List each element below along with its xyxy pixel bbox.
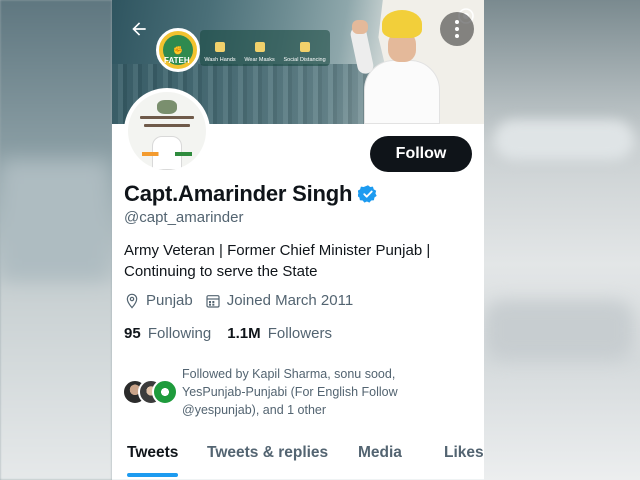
active-tab-indicator [127,473,179,477]
fateh-logo-text: FATEH [164,56,190,65]
arrow-left-icon [132,22,146,36]
covid-item-wash-hands: Wash Hands [204,42,236,63]
back-button[interactable] [124,14,154,44]
mask-icon [254,42,265,52]
bio-line: Continuing to serve the State [124,263,318,280]
tab-likes[interactable]: Likes [444,436,484,480]
followed-by-section[interactable]: Followed by Kapil Sharma, sonu sood, Yes… [122,365,474,419]
profile-meta: Punjab Joined March 2011 [124,292,365,309]
profile-screen: ✊ FATEH Wash Hands Wear Masks Social Dis… [112,0,484,480]
followers-link[interactable]: 1.1M Followers [227,325,332,342]
tab-tweets-and-replies[interactable]: Tweets & replies [207,436,328,480]
wash-hands-icon [214,42,225,52]
covid-item-wear-masks: Wear Masks [244,42,275,63]
followed-by-avatars [122,377,180,407]
joined-text: Joined March 2011 [226,292,354,309]
profile-name-row: Capt.Amarinder Singh [124,181,378,207]
avatar [152,379,178,405]
display-name: Capt.Amarinder Singh [124,181,353,206]
following-link[interactable]: 95 Following [124,325,211,342]
background-left-blur [0,0,112,480]
bio-line: Army Veteran | Former Chief Minister Pun… [124,242,431,259]
fateh-logo: ✊ [156,28,200,72]
following-label: Following [147,325,212,342]
profile-tabs: Tweets Tweets & replies Media Likes [112,436,484,480]
following-count: 95 [124,325,141,342]
covid-guidelines-panel: Wash Hands Wear Masks Social Distancing [200,30,330,66]
profile-location: Punjab [124,292,193,309]
tab-tweets[interactable]: Tweets [127,436,179,480]
banner-portrait [349,8,444,124]
location-text: Punjab [146,292,193,309]
verified-badge-icon[interactable] [358,184,378,204]
profile-bio: Army Veteran | Former Chief Minister Pun… [124,240,474,282]
followers-count: 1.1M [227,325,261,342]
followed-by-text: Followed by Kapil Sharma, sonu sood, Yes… [182,367,398,417]
profile-joined: Joined March 2011 [205,292,353,309]
followers-label: Followers [267,325,332,342]
profile-avatar[interactable] [124,88,210,174]
covid-item-social-distancing: Social Distancing [283,42,326,63]
profile-stats: 95 Following 1.1M Followers [124,325,348,342]
more-vertical-icon [455,19,459,40]
tab-media[interactable]: Media [358,436,402,480]
background-right-blur [484,0,640,480]
more-options-button[interactable] [440,12,474,46]
calendar-icon [206,294,220,308]
social-distancing-icon [299,42,310,52]
follow-button[interactable]: Follow [370,136,472,172]
profile-handle: @capt_amarinder [124,209,244,226]
location-pin-icon [126,293,138,309]
